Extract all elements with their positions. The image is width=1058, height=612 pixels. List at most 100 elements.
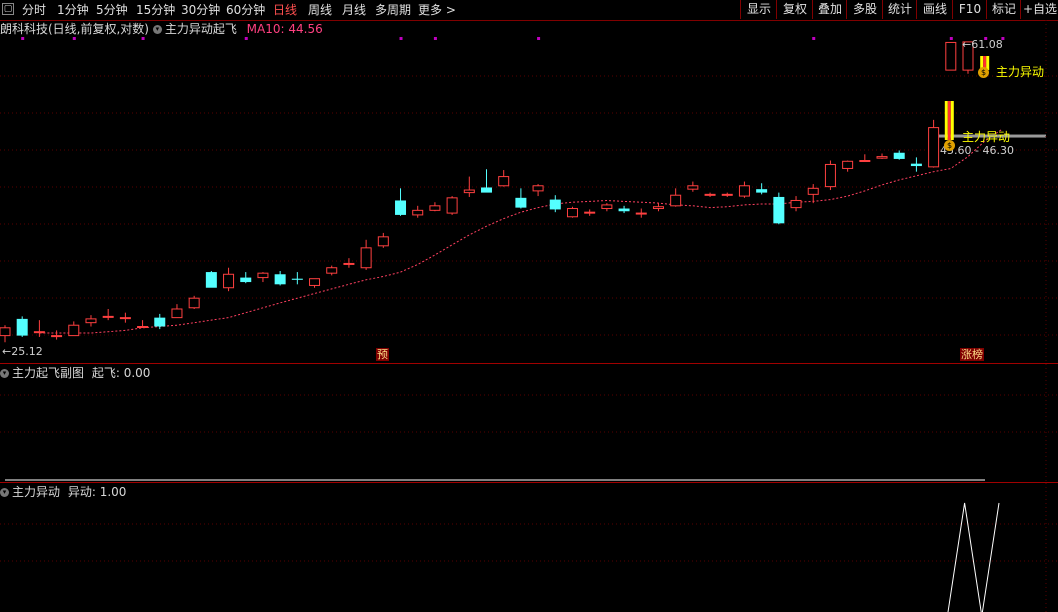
candle-body [429, 205, 441, 211]
toolbar-button[interactable]: 多股 [846, 0, 883, 19]
period-tab[interactable]: 日线 [273, 2, 297, 18]
period-tab[interactable]: 分时 [22, 2, 46, 18]
high-price-label: ←61.08 [962, 38, 1003, 51]
signal-label-top: 主力异动 [996, 65, 1045, 79]
main-candlestick-chart[interactable] [0, 20, 1058, 363]
candle-body [360, 247, 372, 269]
candle-body [68, 324, 80, 337]
candle-body [463, 189, 475, 194]
candle-body [377, 236, 389, 247]
candle-body [756, 189, 768, 193]
candle-body [498, 176, 510, 187]
period-toolbar: ▢ 分时 1分钟 5分钟 15分钟 30分钟 60分钟 日线 周线 月线 多周期 更多 > 显示 复权… [0, 0, 1058, 21]
candle-body [842, 160, 854, 169]
candle-body [51, 335, 63, 338]
toolbar-button[interactable]: 统计 [882, 0, 917, 19]
period-tab[interactable]: 15分钟 [136, 2, 175, 18]
period-tab[interactable]: 5分钟 [96, 2, 128, 18]
candle-body [549, 199, 561, 210]
candle-body [137, 326, 149, 329]
candle-body [859, 160, 871, 163]
candle-body [721, 193, 733, 196]
sub-chart-2[interactable] [0, 483, 1058, 612]
candle-body [876, 156, 888, 159]
candle-body [910, 163, 922, 167]
period-tab[interactable]: 多周期 [375, 2, 411, 18]
window-menu-icon[interactable]: ▢ [2, 3, 14, 15]
yidong-line [947, 502, 1000, 612]
candle-body [566, 208, 578, 218]
candle-body [309, 278, 321, 286]
candle-body [704, 193, 716, 196]
candle-body [257, 272, 269, 279]
toolbar-button[interactable]: 标记 [986, 0, 1021, 19]
candle-body [223, 273, 235, 289]
candle-body [119, 317, 131, 320]
candle-body [893, 152, 905, 159]
period-tab[interactable]: 周线 [308, 2, 332, 18]
candle-body [532, 185, 544, 192]
candle-body [188, 297, 200, 309]
toolbar-button[interactable]: F10 [952, 0, 987, 19]
period-tab[interactable]: 更多 > [418, 2, 456, 18]
money-bag-icon: $ [978, 67, 989, 78]
candle-body [687, 185, 699, 190]
period-tab[interactable]: 30分钟 [181, 2, 220, 18]
candle-body [481, 187, 492, 193]
limit-up-list-marker[interactable]: 涨榜 [960, 348, 984, 361]
signal-dot [433, 37, 437, 40]
candle-body [395, 200, 407, 215]
candle-body [33, 331, 45, 334]
candle-body [652, 206, 664, 210]
signal-dot [21, 37, 25, 40]
toolbar-button[interactable]: 画线 [916, 0, 953, 19]
candle-body [412, 209, 424, 216]
ma10-line [39, 128, 1003, 334]
candle-body [738, 185, 750, 197]
candle-body [85, 318, 97, 324]
candle-body [824, 163, 836, 188]
signal-bar [950, 101, 954, 140]
period-tab[interactable]: 月线 [342, 2, 366, 18]
toolbar-button[interactable]: +自选 [1020, 0, 1058, 19]
candle-body [945, 41, 957, 71]
signal-dot [812, 37, 816, 40]
candle-body [102, 315, 114, 318]
candle-body [291, 278, 303, 280]
candle-body [618, 208, 630, 212]
candle-body [515, 197, 527, 208]
signal-bar [947, 101, 951, 140]
candle-body [343, 262, 355, 265]
signal-dot [72, 37, 76, 40]
toolbar-button[interactable]: 显示 [740, 0, 777, 19]
candle-body [807, 187, 819, 195]
signal-bar [944, 101, 948, 140]
candle-body [928, 127, 940, 168]
sub-chart-1[interactable] [0, 364, 1058, 482]
candle-body [773, 196, 785, 224]
period-tab[interactable]: 1分钟 [57, 2, 89, 18]
signal-label-mid: 主力异动 [962, 130, 1011, 144]
forecast-marker[interactable]: 预 [376, 348, 389, 361]
candle-body [670, 194, 682, 207]
signal-dot [537, 37, 541, 40]
candle-body [240, 277, 252, 283]
candle-body [205, 272, 217, 288]
candle-body [326, 267, 338, 274]
period-tab[interactable]: 60分钟 [226, 2, 265, 18]
signal-dot [399, 37, 403, 40]
candle-body [446, 197, 458, 214]
candle-body [154, 317, 166, 327]
candle-body [790, 199, 802, 209]
candle-body [16, 318, 28, 336]
toolbar-button[interactable]: 复权 [776, 0, 813, 19]
candle-body [274, 274, 286, 285]
candle-body [635, 212, 647, 215]
signal-dot [141, 37, 145, 40]
signal-dot [949, 37, 953, 40]
toolbar-button[interactable]: 叠加 [812, 0, 847, 19]
candle-body [171, 308, 183, 319]
low-price-label: ←25.12 [2, 345, 43, 358]
signal-dot [244, 37, 248, 40]
money-bag-icon: $ [944, 140, 955, 151]
